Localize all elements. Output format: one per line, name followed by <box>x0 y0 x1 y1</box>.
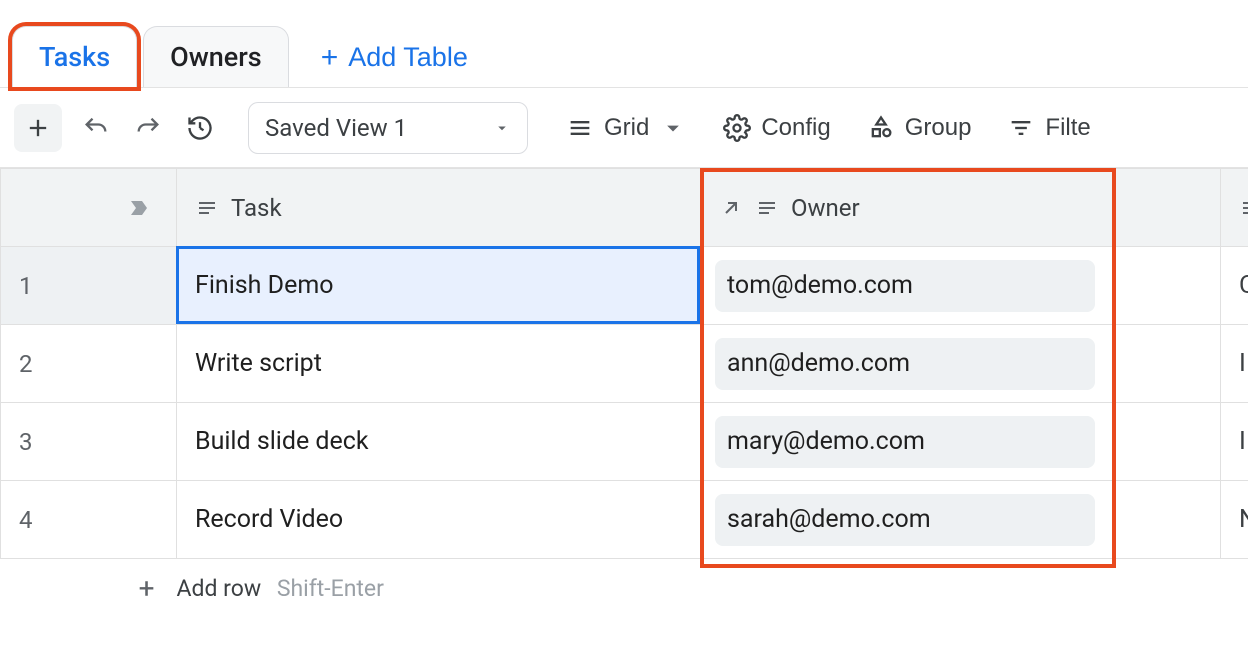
group-label: Group <box>905 114 972 142</box>
row-number[interactable]: 2 <box>1 325 177 403</box>
cell-task[interactable]: Finish Demo <box>177 247 701 325</box>
gear-icon <box>723 114 751 142</box>
tab-tasks[interactable]: Tasks <box>12 26 137 87</box>
owner-pill: ann@demo.com <box>715 338 1095 390</box>
filter-label: Filte <box>1045 114 1090 142</box>
table-row[interactable]: 1 Finish Demo tom@demo.com C <box>1 247 1248 325</box>
cell-owner[interactable]: sarah@demo.com <box>701 481 1221 559</box>
add-table-button[interactable]: + Add Table <box>295 28 488 87</box>
add-row-label: Add row <box>177 575 262 602</box>
column-header-task[interactable]: Task <box>177 169 701 247</box>
layout-label: Grid <box>604 114 649 142</box>
redo-button[interactable] <box>124 104 172 152</box>
cell-extra[interactable]: I <box>1221 403 1248 481</box>
cell-task[interactable]: Record Video <box>177 481 701 559</box>
row-number[interactable]: 3 <box>1 403 177 481</box>
cell-extra[interactable]: N <box>1221 481 1248 559</box>
data-grid: Task Owner 1 <box>0 168 1248 619</box>
group-shapes-icon <box>867 114 895 142</box>
cell-owner[interactable]: ann@demo.com <box>701 325 1221 403</box>
table-row[interactable]: 3 Build slide deck mary@demo.com I <box>1 403 1248 481</box>
add-table-label: Add Table <box>348 42 468 73</box>
tab-owners[interactable]: Owners <box>143 26 289 87</box>
owner-pill: tom@demo.com <box>715 260 1095 312</box>
table-row[interactable]: 4 Record Video sarah@demo.com N <box>1 481 1248 559</box>
history-button[interactable] <box>176 104 224 152</box>
row-number-header[interactable] <box>1 169 177 247</box>
undo-icon <box>82 114 110 142</box>
plus-icon: + <box>321 43 339 73</box>
column-header-label: Task <box>231 194 282 222</box>
redo-icon <box>134 114 162 142</box>
config-button[interactable]: Config <box>707 102 846 154</box>
table-tabs: Tasks Owners + Add Table <box>0 0 1248 88</box>
add-row-button[interactable]: + Add row Shift-Enter <box>1 559 1248 619</box>
text-column-icon <box>755 196 779 220</box>
saved-view-dropdown[interactable]: Saved View 1 <box>248 102 528 154</box>
text-column-icon <box>1239 196 1248 220</box>
undo-button[interactable] <box>72 104 120 152</box>
column-header-row: Task Owner <box>1 169 1248 247</box>
add-row-icon-button[interactable] <box>14 104 62 152</box>
filter-icon <box>1007 114 1035 142</box>
chevron-down-icon <box>493 119 511 137</box>
tab-label: Tasks <box>39 41 110 73</box>
row-number[interactable]: 4 <box>1 481 177 559</box>
chevron-down-icon <box>659 114 687 142</box>
toolbar: Saved View 1 Grid Config Group Filte <box>0 88 1248 168</box>
data-grid-container: Task Owner 1 <box>0 168 1248 619</box>
table-row[interactable]: 2 Write script ann@demo.com I <box>1 325 1248 403</box>
cell-extra[interactable]: C <box>1221 247 1248 325</box>
tab-label: Owners <box>170 41 262 73</box>
column-header-owner[interactable]: Owner <box>701 169 1221 247</box>
cell-extra[interactable]: I <box>1221 325 1248 403</box>
link-arrow-icon <box>719 196 743 220</box>
row-number[interactable]: 1 <box>1 247 177 325</box>
text-column-icon <box>195 196 219 220</box>
group-button[interactable]: Group <box>851 102 988 154</box>
column-header-extra[interactable] <box>1221 169 1248 247</box>
cell-task[interactable]: Build slide deck <box>177 403 701 481</box>
cell-owner[interactable]: mary@demo.com <box>701 403 1221 481</box>
tag-icon <box>128 196 152 220</box>
cell-owner[interactable]: tom@demo.com <box>701 247 1221 325</box>
cell-task[interactable]: Write script <box>177 325 701 403</box>
plus-icon: + <box>1 559 177 619</box>
column-header-label: Owner <box>791 194 860 222</box>
filter-button[interactable]: Filte <box>991 102 1106 154</box>
layout-dropdown[interactable]: Grid <box>550 102 703 154</box>
history-icon <box>186 114 214 142</box>
saved-view-label: Saved View 1 <box>265 114 407 142</box>
owner-pill: sarah@demo.com <box>715 494 1095 546</box>
owner-pill: mary@demo.com <box>715 416 1095 468</box>
config-label: Config <box>761 114 830 142</box>
grid-lines-icon <box>566 114 594 142</box>
add-row-hint: Shift-Enter <box>277 575 384 602</box>
plus-icon <box>24 114 52 142</box>
